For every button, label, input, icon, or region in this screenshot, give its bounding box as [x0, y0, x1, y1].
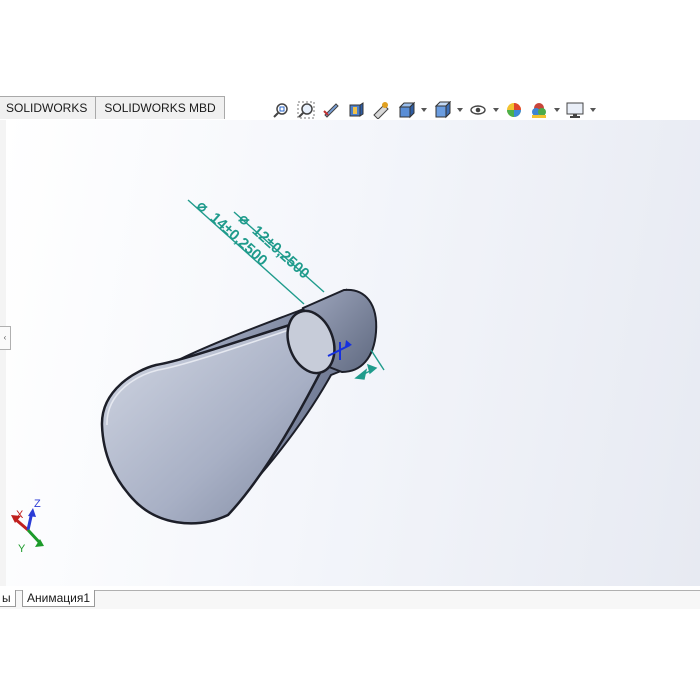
hide-show-items-icon[interactable] [467, 99, 489, 121]
apply-scene-dropdown-icon[interactable] [553, 99, 561, 121]
triad-y-label: Y [18, 543, 26, 555]
solidworks-window: SOLIDWORKS SOLIDWORKS MBD ‹ ⌀ 14±0,2500 … [0, 96, 700, 609]
display-style-icon[interactable] [431, 99, 453, 121]
hide-show-dropdown-icon[interactable] [492, 99, 500, 121]
graphics-area[interactable]: ⌀ 14±0,2500 ⌀ 12±0,2500 X Z Y [6, 120, 700, 586]
part-model: ⌀ 14±0,2500 ⌀ 12±0,2500 X Z Y [11, 197, 385, 555]
panel-collapse-handle[interactable]: ‹ [0, 326, 11, 350]
triad-z-label: Z [34, 498, 41, 510]
outer-diameter-symbol: ⌀ [193, 197, 211, 216]
tab-model-partial[interactable]: ы [0, 590, 16, 607]
model-view-tabs-bar: ы Анимация1 [0, 590, 700, 609]
tab-solidworks-mbd[interactable]: SOLIDWORKS MBD [95, 96, 225, 119]
view-orientation-dropdown-icon[interactable] [420, 99, 428, 121]
view-settings-dropdown-icon[interactable] [589, 99, 597, 121]
reference-triad[interactable]: X Z Y [11, 498, 44, 555]
view-orientation-icon[interactable] [395, 99, 417, 121]
tab-animation1[interactable]: Анимация1 [22, 590, 96, 607]
view-settings-icon[interactable] [564, 99, 586, 121]
previous-view-icon[interactable] [320, 99, 342, 121]
command-manager-tabs: SOLIDWORKS SOLIDWORKS MBD [0, 96, 225, 120]
tab-solidworks[interactable]: SOLIDWORKS [0, 96, 97, 119]
apply-scene-icon[interactable] [528, 99, 550, 121]
display-style-dropdown-icon[interactable] [456, 99, 464, 121]
section-view-icon[interactable] [345, 99, 367, 121]
heads-up-view-toolbar [270, 98, 597, 122]
zoom-to-fit-icon[interactable] [270, 99, 292, 121]
triad-x-label: X [16, 509, 24, 521]
edit-appearance-icon[interactable] [503, 99, 525, 121]
dynamic-annotation-view-icon[interactable] [370, 99, 392, 121]
zoom-to-area-icon[interactable] [295, 99, 317, 121]
